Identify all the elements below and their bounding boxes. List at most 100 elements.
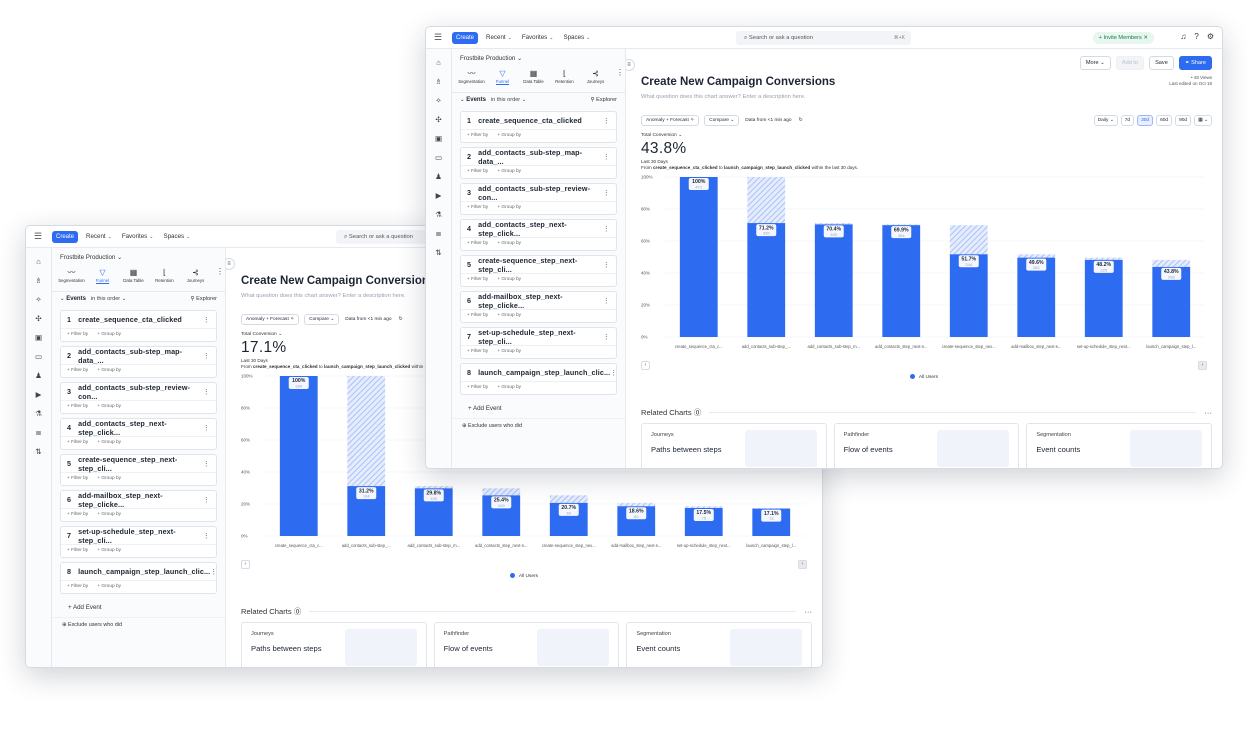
- more-icon[interactable]: ⋮: [216, 267, 224, 276]
- filter-by-button[interactable]: + Filter by: [467, 385, 488, 390]
- create-button[interactable]: Create: [452, 31, 479, 44]
- order-selector[interactable]: in this order ⌄: [491, 97, 526, 103]
- tab-retention[interactable]: ⌊ Retention: [549, 68, 580, 84]
- screen-icon[interactable]: ▭: [26, 347, 51, 366]
- help-icon[interactable]: ?: [1194, 32, 1198, 41]
- order-selector[interactable]: in this order ⌄: [91, 296, 126, 302]
- invite-members-button[interactable]: + Invite Members ✕: [1092, 32, 1154, 44]
- kebab-icon[interactable]: ⋮: [603, 116, 610, 125]
- menu-icon[interactable]: ☰: [434, 33, 443, 42]
- tab-journeys[interactable]: ⊰ Journeys: [580, 68, 611, 84]
- tab-data-table[interactable]: ▦ Data Table: [118, 267, 149, 283]
- tab-retention[interactable]: ⌊ Retention: [149, 267, 180, 283]
- play-icon[interactable]: ▶: [426, 186, 451, 205]
- pin-icon[interactable]: ✣: [426, 110, 451, 129]
- sparkle-icon[interactable]: ✧: [426, 91, 451, 110]
- org-icon[interactable]: ♗: [26, 271, 51, 290]
- more-icon[interactable]: ⋮: [616, 68, 624, 77]
- group-by-button[interactable]: + Group by: [97, 404, 121, 409]
- kebab-icon[interactable]: ⋮: [203, 315, 210, 324]
- kebab-icon[interactable]: ⋮: [603, 152, 610, 161]
- compare-button[interactable]: Compare ⌄: [704, 115, 740, 126]
- funnel-step[interactable]: 4 add_contacts_step_next-step_click... ⋮ + …: [60, 418, 217, 450]
- filter-by-button[interactable]: + Filter by: [467, 169, 488, 174]
- step-name-row[interactable]: 3 add_contacts_sub-step_review-con... ⋮: [61, 383, 216, 401]
- chart-legend[interactable]: All Users: [226, 573, 822, 579]
- project-selector[interactable]: Frostbite Production ⌄: [452, 49, 625, 68]
- funnel-step[interactable]: 5 create-sequence_step_next-step_cli... ⋮ +…: [60, 454, 217, 486]
- group-by-button[interactable]: + Group by: [97, 476, 121, 481]
- tab-segmentation[interactable]: 〰 Segmentation: [56, 267, 87, 283]
- dashboard-icon[interactable]: ▣: [26, 328, 51, 347]
- step-name-row[interactable]: 5 create-sequence_step_next-step_cli... ⋮: [61, 455, 216, 473]
- chart-legend[interactable]: All Users: [626, 374, 1222, 380]
- exclude-users[interactable]: ⊕ Exclude users who did: [452, 418, 625, 433]
- collapse-panel-icon[interactable]: ≡: [226, 258, 235, 270]
- compare-button[interactable]: Compare ⌄: [304, 314, 340, 325]
- funnel-step[interactable]: 2 add_contacts_sub-step_map-data_... ⋮ + Fi…: [460, 147, 617, 179]
- funnel-step[interactable]: 3 add_contacts_sub-step_review-con... ⋮ + F…: [460, 183, 617, 215]
- create-button[interactable]: Create: [52, 230, 79, 243]
- filter-by-button[interactable]: + Filter by: [67, 368, 88, 373]
- nav-favorites[interactable]: Favorites ⌄: [122, 233, 154, 240]
- filter-by-button[interactable]: + Filter by: [467, 133, 488, 138]
- group-by-button[interactable]: + Group by: [497, 241, 521, 246]
- anomaly-forecast-button[interactable]: Anomaly + Forecast ✧: [241, 314, 300, 325]
- kebab-icon[interactable]: ⋮: [203, 459, 210, 468]
- filter-by-button[interactable]: + Filter by: [67, 440, 88, 445]
- kebab-icon[interactable]: ⋮: [603, 332, 610, 341]
- related-chart-card[interactable]: Journeys Paths between steps: [241, 622, 427, 667]
- more-icon[interactable]: ···: [804, 607, 812, 616]
- funnel-step[interactable]: 8 launch_campaign_step_launch_clic... ⋮ + F…: [460, 363, 617, 395]
- step-name-row[interactable]: 2 add_contacts_sub-step_map-data_... ⋮: [61, 347, 216, 365]
- scroll-right-button[interactable]: ›: [1198, 361, 1207, 370]
- users-icon[interactable]: ♟: [26, 366, 51, 385]
- related-chart-card[interactable]: Journeys Paths between steps: [641, 423, 827, 468]
- funnel-step[interactable]: 7 set-up-schedule_step_next-step_cli... ⋮ +…: [460, 327, 617, 359]
- refresh-icon[interactable]: ↻: [797, 116, 804, 125]
- kebab-icon[interactable]: ⋮: [210, 567, 217, 576]
- database-icon[interactable]: ≣: [426, 224, 451, 243]
- filter-by-button[interactable]: + Filter by: [467, 205, 488, 210]
- scroll-right-button[interactable]: ›: [798, 560, 807, 569]
- add-to-button[interactable]: Add to: [1115, 56, 1145, 70]
- total-conversion-selector[interactable]: Total Conversion ⌄: [241, 332, 282, 337]
- tab-data-table[interactable]: ▦ Data Table: [518, 68, 549, 84]
- funnel-step[interactable]: 6 add-mailbox_step_next-step_clicke... ⋮ + …: [60, 490, 217, 522]
- step-name-row[interactable]: 1 create_sequence_cta_clicked ⋮: [61, 311, 216, 328]
- page-title[interactable]: Create New Campaign Conversions: [241, 275, 435, 287]
- flask-icon[interactable]: ⚗: [26, 404, 51, 423]
- description-field[interactable]: What question does this chart answer? En…: [641, 94, 806, 100]
- step-name-row[interactable]: 7 set-up-schedule_step_next-step_cli... ⋮: [461, 328, 616, 346]
- filter-by-button[interactable]: + Filter by: [67, 548, 88, 553]
- sparkle-icon[interactable]: ✧: [26, 290, 51, 309]
- group-by-button[interactable]: + Group by: [497, 349, 521, 354]
- filter-by-button[interactable]: + Filter by: [467, 241, 488, 246]
- database-icon[interactable]: ≣: [26, 423, 51, 442]
- group-by-button[interactable]: + Group by: [97, 512, 121, 517]
- home-icon[interactable]: ⌂: [26, 252, 51, 271]
- filter-by-button[interactable]: + Filter by: [67, 512, 88, 517]
- kebab-icon[interactable]: ⋮: [203, 495, 210, 504]
- swap-icon[interactable]: ⇅: [26, 442, 51, 461]
- group-by-button[interactable]: + Group by: [497, 133, 521, 138]
- related-chart-card[interactable]: Pathfinder Flow of events: [833, 423, 1020, 468]
- nav-favorites[interactable]: Favorites ⌄: [522, 34, 554, 41]
- group-by-button[interactable]: + Group by: [97, 440, 121, 445]
- funnel-step[interactable]: 1 create_sequence_cta_clicked ⋮ + Filter by…: [460, 111, 617, 143]
- range-30d[interactable]: 30d: [1137, 115, 1154, 126]
- calendar-icon[interactable]: ▦ ⌄: [1194, 115, 1212, 126]
- group-by-button[interactable]: + Group by: [497, 169, 521, 174]
- more-button[interactable]: More ⌄: [1079, 56, 1111, 70]
- home-icon[interactable]: ⌂: [426, 53, 451, 72]
- more-icon[interactable]: ···: [1204, 408, 1212, 417]
- kebab-icon[interactable]: ⋮: [203, 351, 210, 360]
- filter-by-button[interactable]: + Filter by: [467, 313, 488, 318]
- granularity-select[interactable]: Daily ⌄: [1093, 115, 1118, 126]
- funnel-step[interactable]: 1 create_sequence_cta_clicked ⋮ + Filter by…: [60, 310, 217, 342]
- funnel-step[interactable]: 8 launch_campaign_step_launch_clic... ⋮ + F…: [60, 562, 217, 594]
- filter-by-button[interactable]: + Filter by: [467, 349, 488, 354]
- group-by-button[interactable]: + Group by: [497, 277, 521, 282]
- funnel-step[interactable]: 5 create-sequence_step_next-step_cli... ⋮ +…: [460, 255, 617, 287]
- add-event-button[interactable]: + Add Event: [452, 395, 625, 418]
